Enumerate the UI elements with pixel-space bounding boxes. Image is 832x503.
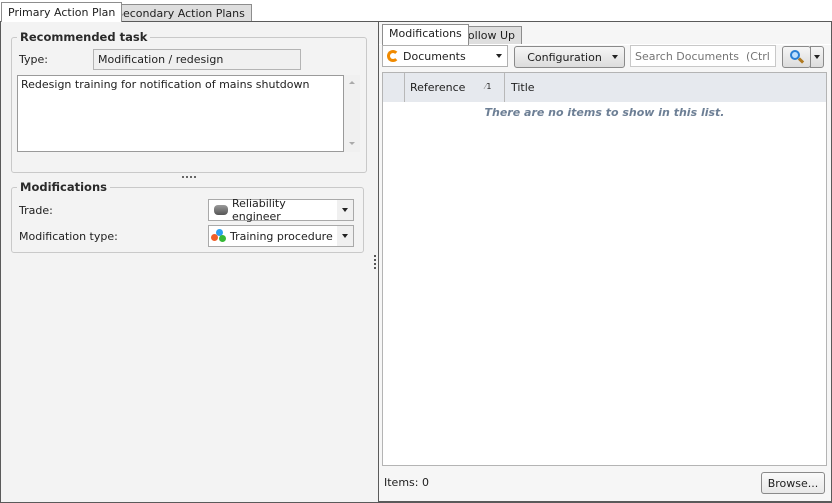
browse-button[interactable]: Browse...	[761, 472, 825, 494]
description-textarea[interactable]: Redesign training for notification of ma…	[17, 75, 344, 152]
description-scrollbar[interactable]	[344, 75, 360, 152]
scroll-up-icon[interactable]	[349, 81, 355, 84]
row-selector-header[interactable]	[383, 73, 405, 102]
column-header-title[interactable]: Title	[511, 81, 535, 94]
configuration-button[interactable]: Configuration	[514, 46, 625, 68]
search-icon	[789, 50, 804, 64]
empty-list-message: There are no items to show in this list.	[484, 106, 725, 119]
vertical-splitter-handle[interactable]	[374, 255, 376, 269]
scroll-down-icon[interactable]	[349, 142, 355, 145]
modifications-legend: Modifications	[17, 180, 110, 194]
type-field[interactable]: Modification / redesign	[93, 49, 301, 70]
trade-value: Reliability engineer	[232, 197, 286, 223]
sort-ascending-icon: ⁄1	[485, 82, 492, 91]
chevron-down-icon[interactable]	[337, 200, 353, 220]
documents-grid: Reference ⁄1 Title There are no items to…	[382, 72, 827, 466]
grid-header: Reference ⁄1 Title	[383, 73, 826, 102]
search-options-button[interactable]	[810, 46, 824, 68]
search-input[interactable]	[630, 45, 776, 67]
documents-label: Documents	[403, 49, 466, 63]
modification-type-label: Modification type:	[19, 230, 118, 243]
documents-icon	[387, 50, 399, 62]
chevron-down-icon[interactable]	[337, 226, 353, 246]
chevron-down-icon	[612, 55, 618, 59]
reference-header-label: Reference	[410, 81, 466, 94]
modification-type-value: Training procedure	[230, 229, 333, 243]
type-label: Type:	[19, 53, 48, 66]
engineer-icon	[214, 205, 228, 215]
search-button[interactable]	[782, 46, 811, 68]
configuration-label: Configuration	[527, 50, 602, 64]
sort-order: 1	[486, 82, 492, 91]
modification-type-combo[interactable]: Training procedure	[208, 225, 354, 247]
documents-combo[interactable]: Documents	[382, 45, 508, 67]
items-count: Items: 0	[384, 476, 429, 489]
browse-label: Browse...	[767, 476, 819, 490]
chevron-down-icon	[814, 55, 820, 59]
column-header-reference[interactable]: Reference ⁄1	[405, 73, 505, 102]
chevron-down-icon	[491, 54, 507, 58]
tab-modifications[interactable]: Modifications	[382, 24, 469, 45]
recommended-task-legend: Recommended task	[17, 30, 151, 44]
horizontal-splitter-handle[interactable]	[182, 176, 196, 178]
trade-label: Trade:	[19, 204, 53, 217]
training-icon	[211, 229, 227, 243]
tab-primary-action-plan[interactable]: Primary Action Plan	[1, 2, 123, 22]
tab-secondary-action-plans[interactable]: Secondary Action Plans	[109, 4, 252, 21]
trade-combo[interactable]: Reliability engineer	[208, 197, 354, 223]
